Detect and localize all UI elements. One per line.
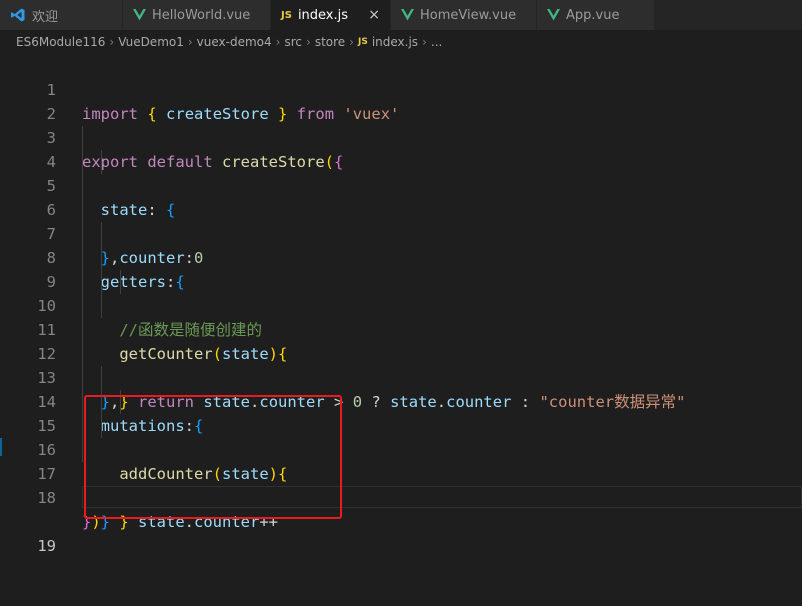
indent-guide [82,174,83,198]
chevron-right-icon: › [422,35,427,49]
code-line[interactable]: 13 mutations:{ [0,342,802,435]
indent-guide [82,390,83,414]
breadcrumb-item[interactable]: VueDemo1 [118,35,184,49]
indent-guide [82,246,83,270]
indent-guide [101,414,102,438]
code-line[interactable]: 10 return state.counter > 0 ? state.coun… [0,270,802,411]
code-line[interactable]: 5 counter:0 [0,150,802,267]
breadcrumb: ES6Module116 › VueDemo1 › vuex-demo4 › s… [0,30,802,54]
indent-guide [82,318,83,342]
tab-label: 欢迎 [32,9,59,25]
code-line[interactable]: 12 }, [0,318,802,411]
indent-guide [82,342,83,366]
chevron-right-icon: › [187,35,193,49]
code-line[interactable]: 2 [0,78,802,123]
tab-label: index.js [297,7,349,23]
chevron-right-icon: › [109,35,115,49]
tab-helloworld-vue[interactable]: HelloWorld.vue [123,0,271,30]
code-line[interactable]: 3 export default createStore({ [0,102,802,171]
chevron-right-icon: › [275,35,281,49]
indent-guide [120,270,121,294]
code-line-current[interactable]: 19 [0,486,802,555]
js-icon: JS [357,37,368,47]
indent-guide [101,150,102,174]
indent-guide [101,366,102,390]
tab-app-vue[interactable]: App.vue [537,0,655,30]
code-line[interactable]: 6 }, [0,174,802,267]
breadcrumb-item[interactable]: vuex-demo4 [197,35,272,49]
js-icon: JS [281,9,292,21]
indent-guide [82,438,83,462]
code-line[interactable]: 1 import { createStore } from 'vuex' [0,54,802,123]
token-bracket: } [100,513,111,531]
token-variable: state [138,513,185,531]
line-number: 19 [37,537,56,555]
token-punctuation: . [184,513,195,531]
token-bracket: } [119,513,129,531]
indent-guide [101,270,102,294]
close-icon[interactable]: × [352,7,380,23]
indent-guide [82,366,83,390]
chevron-right-icon: › [306,35,311,49]
breadcrumb-item[interactable]: store [315,35,345,49]
tab-bar: 欢迎 HelloWorld.vue JS index.js × HomeView… [0,0,802,30]
indent-guide [82,222,83,246]
indent-guide [82,294,83,318]
breadcrumb-item[interactable]: src [284,35,302,49]
tab-index-js[interactable]: JS index.js × [271,0,391,30]
vue-icon [133,9,146,21]
code-editor[interactable]: 1 import { createStore } from 'vuex' 2 3… [0,54,802,555]
code-line[interactable]: 4 state: { [0,126,802,219]
indent-guide [82,270,83,294]
code-line[interactable]: 16 } [0,414,802,531]
code-line[interactable]: 8 //函数是随便创建的 [0,222,802,339]
indent-guide [82,198,83,222]
vscode-window: 欢迎 HelloWorld.vue JS index.js × HomeView… [0,0,802,555]
token-bracket: ) [91,513,101,531]
tab-label: HomeView.vue [420,7,517,23]
tab-label: HelloWorld.vue [152,7,251,23]
vue-icon [547,9,560,21]
token-operator: ++ [259,513,279,531]
gutter-change-marker [0,438,2,456]
tab-bar-empty-space [655,0,802,30]
vscode-logo-icon [10,7,26,23]
indent-guide [82,126,83,150]
code-line[interactable]: 15 state.counter++ [0,390,802,531]
indent-guide [101,246,102,270]
token-property: counter [194,513,260,531]
indent-guide [101,294,102,318]
chevron-right-icon: › [349,35,354,49]
code-line[interactable]: 14 addCounter(state){ [0,366,802,483]
indent-guide [120,390,121,414]
tab-label: App.vue [566,7,620,23]
code-line[interactable]: 9 getCounter(state){ [0,246,802,363]
code-line[interactable]: 7 getters:{ [0,198,802,291]
code-line[interactable]: 17 } [0,438,802,531]
current-line-highlight [82,486,802,508]
indent-guide [101,222,102,246]
tab-homeview-vue[interactable]: HomeView.vue [391,0,537,30]
code-line[interactable]: 11 } [0,294,802,411]
indent-guide [82,414,83,438]
vue-icon [401,9,414,21]
tab-welcome[interactable]: 欢迎 [0,0,123,30]
indent-guide [82,150,83,174]
breadcrumb-item[interactable]: ES6Module116 [16,35,105,49]
code-line[interactable]: 18 }) [0,462,802,531]
breadcrumb-item[interactable]: ... [431,35,442,49]
indent-guide [101,390,102,414]
token-bracket: } [82,513,92,531]
breadcrumb-item[interactable]: index.js [372,35,418,49]
